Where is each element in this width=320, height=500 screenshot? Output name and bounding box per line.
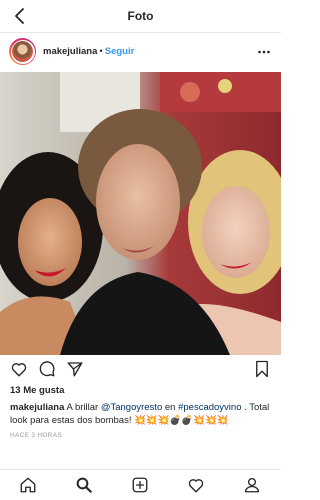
like-count[interactable]: 13 Me gusta: [10, 385, 64, 396]
post-actions: [0, 358, 281, 382]
caption-text-1: A brillar: [64, 402, 101, 413]
more-options-icon[interactable]: [257, 45, 271, 59]
page-title: Foto: [127, 9, 154, 23]
post-photo-image: [0, 72, 281, 355]
add-icon[interactable]: [131, 476, 149, 494]
heart-icon[interactable]: [10, 360, 28, 378]
profile-icon[interactable]: [243, 476, 261, 494]
post-username[interactable]: makejuliana: [43, 46, 97, 57]
post-header: makejuliana • Seguir: [0, 33, 281, 73]
bottom-navigation: [0, 469, 281, 500]
bookmark-icon[interactable]: [254, 360, 270, 378]
top-bar: Foto: [0, 0, 281, 33]
username-line: makejuliana • Seguir: [43, 46, 134, 57]
activity-heart-icon[interactable]: [187, 476, 205, 494]
avatar[interactable]: [9, 38, 36, 65]
post-caption: makejuliana A brillar @Tangoyresto en #p…: [10, 402, 272, 427]
follow-button[interactable]: Seguir: [105, 46, 135, 57]
separator-dot: •: [99, 46, 103, 57]
caption-mention[interactable]: @Tangoyresto: [101, 402, 162, 413]
home-icon[interactable]: [19, 476, 37, 494]
caption-username[interactable]: makejuliana: [10, 402, 64, 413]
caption-text-2: en: [162, 402, 179, 413]
post-timestamp: HACE 3 HORAS: [10, 432, 63, 439]
send-icon[interactable]: [66, 360, 84, 378]
search-icon[interactable]: [75, 476, 93, 494]
post-photo[interactable]: [0, 72, 281, 355]
comment-icon[interactable]: [38, 360, 56, 378]
caption-hashtag[interactable]: #pescadoyvino: [178, 402, 241, 413]
